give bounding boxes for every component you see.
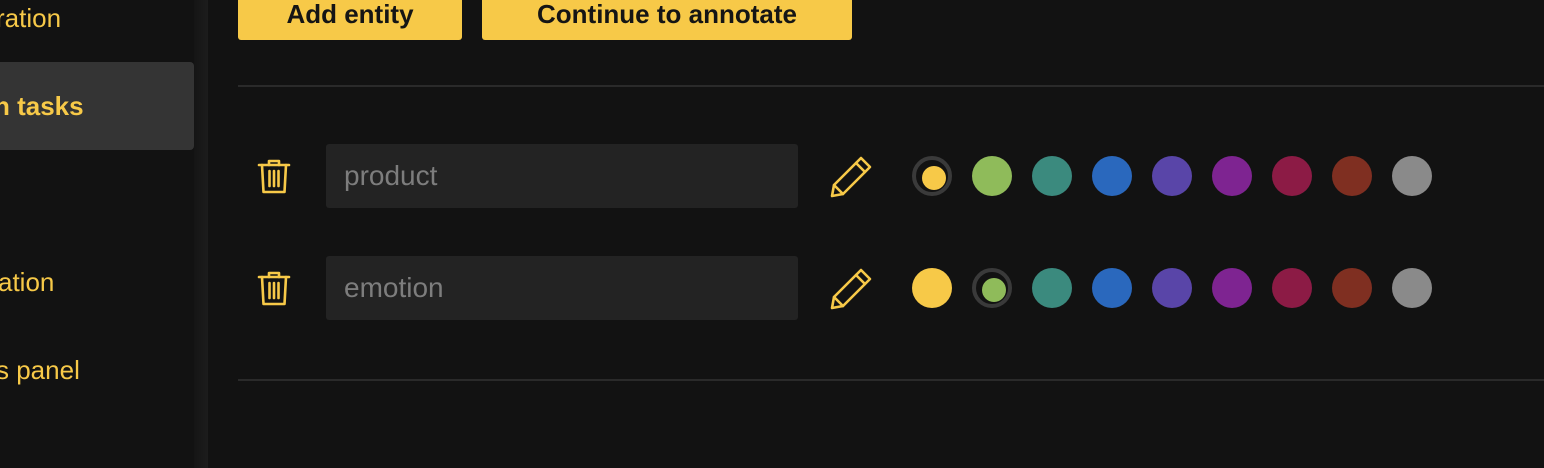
continue-to-annotate-button[interactable]: Continue to annotate: [482, 0, 852, 40]
color-swatch-blue[interactable]: [1092, 268, 1132, 308]
pencil-icon[interactable]: [828, 266, 874, 312]
bottom-divider: [238, 379, 1544, 381]
top-divider: [238, 85, 1544, 87]
color-swatch-green[interactable]: [972, 156, 1012, 196]
selected-color-dot: [922, 166, 946, 190]
sidebar-item-label: ation: [0, 266, 55, 297]
color-swatch-teal[interactable]: [1032, 156, 1072, 196]
color-swatch-yellow[interactable]: [912, 156, 952, 196]
color-swatch-crimson[interactable]: [1272, 268, 1312, 308]
entity-name-input[interactable]: [326, 256, 798, 320]
entity-name-input[interactable]: [326, 144, 798, 208]
sidebar-item-label: ration: [0, 2, 62, 33]
sidebar-item-configuration[interactable]: ration: [0, 0, 194, 40]
color-swatch-rust[interactable]: [1332, 268, 1372, 308]
color-swatch-purple[interactable]: [1212, 156, 1252, 196]
add-entity-button[interactable]: Add entity: [238, 0, 462, 40]
color-swatch-blue[interactable]: [1092, 156, 1132, 196]
pencil-icon[interactable]: [828, 154, 874, 200]
color-swatch-indigo[interactable]: [1152, 268, 1192, 308]
sidebar: ration n tasks ation s panel: [0, 0, 194, 468]
main-panel: Add entity Continue to annotate: [208, 0, 1544, 468]
color-swatch-gray[interactable]: [1392, 268, 1432, 308]
color-swatch-green[interactable]: [972, 268, 1012, 308]
entity-row: [238, 256, 1544, 320]
color-swatch-yellow[interactable]: [912, 268, 952, 308]
sidebar-item-tasks[interactable]: n tasks: [0, 62, 194, 150]
color-swatch-rust[interactable]: [1332, 156, 1372, 196]
sidebar-item-label: n tasks: [0, 90, 84, 121]
color-swatch-gray[interactable]: [1392, 156, 1432, 196]
sidebar-item-annotation[interactable]: ation: [0, 260, 194, 304]
color-swatch-purple[interactable]: [1212, 268, 1252, 308]
selected-color-dot: [982, 278, 1006, 302]
sidebar-item-panel[interactable]: s panel: [0, 348, 194, 392]
color-swatch-crimson[interactable]: [1272, 156, 1312, 196]
sidebar-edge: [194, 0, 208, 468]
app-root: ration n tasks ation s panel Add entity …: [0, 0, 1544, 468]
trash-icon[interactable]: [254, 156, 294, 196]
sidebar-item-label: s panel: [0, 354, 80, 385]
color-swatch-teal[interactable]: [1032, 268, 1072, 308]
entity-row: [238, 144, 1544, 208]
color-swatch-indigo[interactable]: [1152, 156, 1192, 196]
trash-icon[interactable]: [254, 268, 294, 308]
